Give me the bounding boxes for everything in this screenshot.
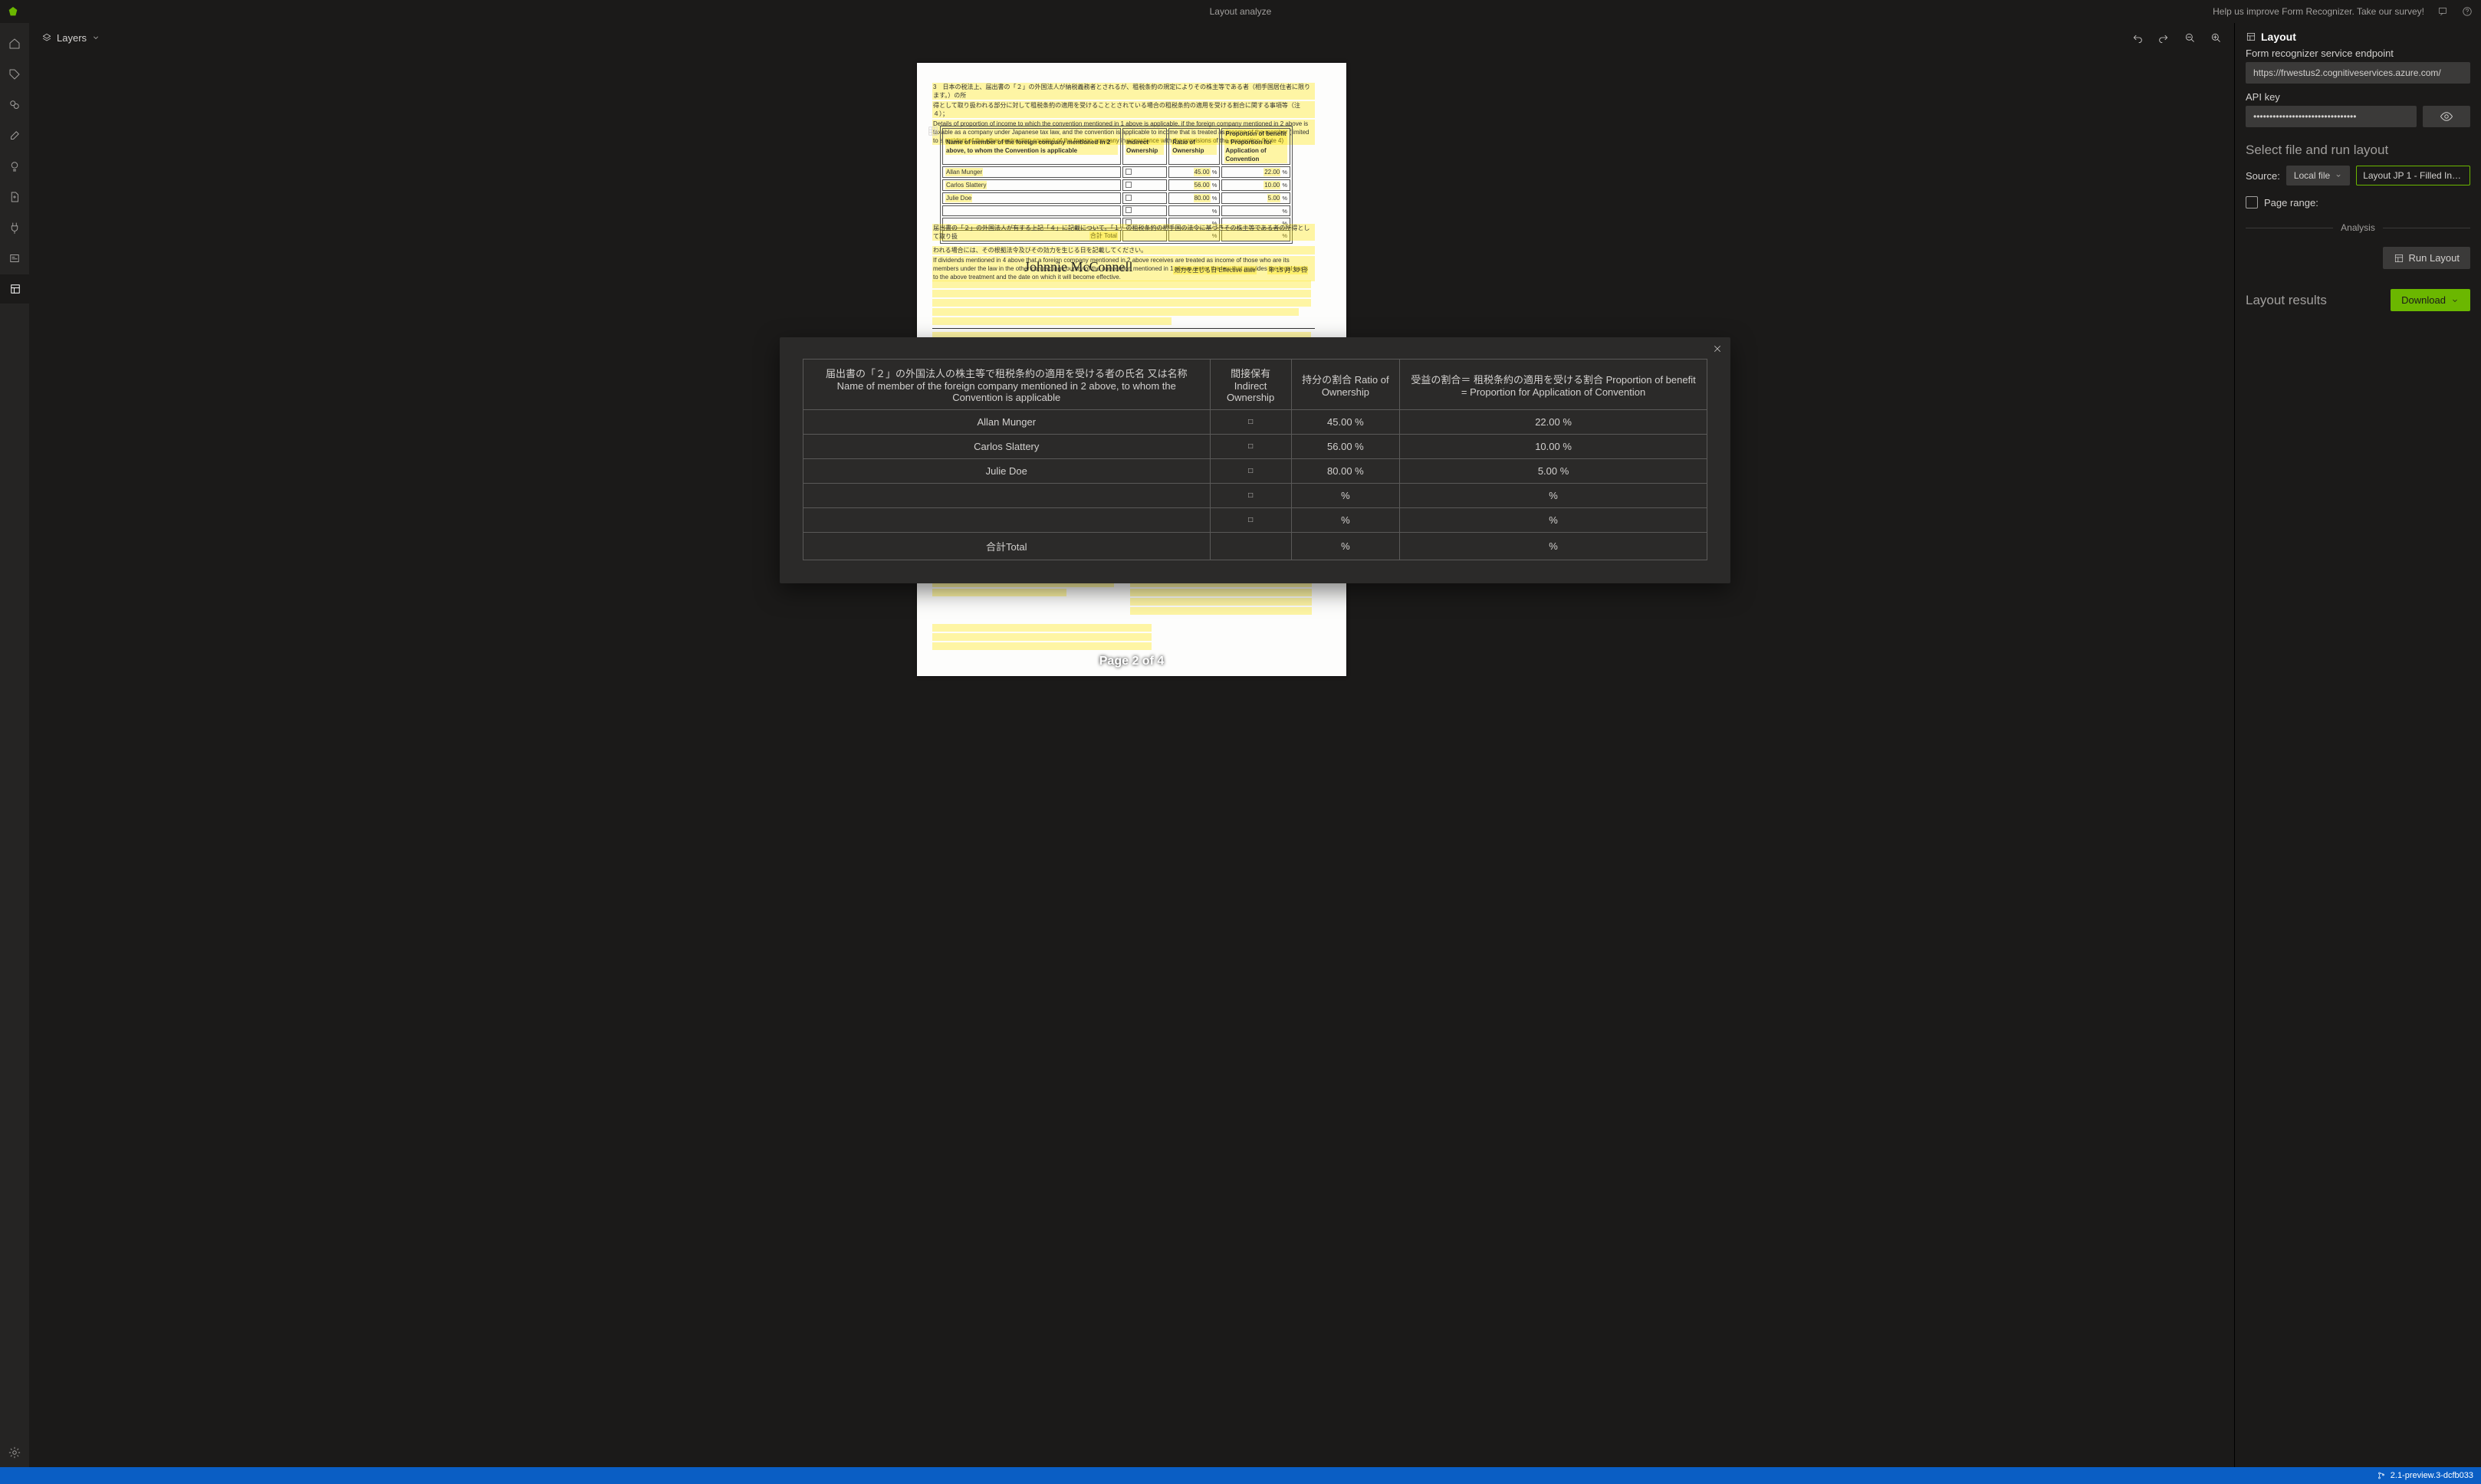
chevron-down-icon [91,33,100,42]
run-layout-label: Run Layout [2409,252,2460,264]
sidebar-compose-icon[interactable] [0,121,29,150]
table-row: Carlos Slattery □ 56.00 % 10.00 % [803,435,1707,459]
layers-dropdown[interactable]: Layers [41,32,100,44]
apikey-label: API key [2246,91,2470,103]
zoom-in-icon[interactable] [2210,31,2222,44]
statusbar: 2.1-preview.3-dcfb033 [0,1467,2481,1484]
sidebar-file-icon[interactable] [0,182,29,212]
branch-icon [2377,1471,2386,1480]
chevron-down-icon [2450,296,2460,305]
analysis-divider-label: Analysis [2341,222,2375,233]
document-viewport[interactable]: 3 日本の税法上、届出書の「２」の外国法人が納税義務者とされるが、租税条約の規定… [29,52,2234,1467]
source-value: Local file [2294,170,2330,181]
panel-title: Layout [2261,31,2296,43]
sidebar-brain-icon[interactable] [0,90,29,120]
undo-icon[interactable] [2131,31,2144,44]
source-select[interactable]: Local file [2286,166,2350,186]
redo-icon[interactable] [2157,31,2170,44]
layers-label: Layers [57,32,87,44]
source-label: Source: [2246,170,2280,182]
eye-icon [2440,110,2453,123]
result-table: 届出書の「２」の外国法人の株主等で租税条約の適用を受ける者の氏名 又は名称 Na… [803,359,1707,560]
page-range-check[interactable]: Page range: [2246,196,2470,208]
run-layout-button[interactable]: Run Layout [2383,247,2471,269]
sidebar-settings-icon[interactable] [0,1438,29,1467]
canvas-area: Layers 3 日本の税法上、届出書の「２」の外国法人が納税義務者とされるが、… [29,23,2234,1467]
table-row: □ % % [803,484,1707,508]
sidebar [0,23,29,1467]
endpoint-label: Form recognizer service endpoint [2246,48,2470,59]
page-range-label: Page range: [2264,197,2318,208]
col-header-benefit: 受益の割合＝ 租税条約の適用を受ける割合 Proportion of benef… [1400,360,1707,410]
layout-results-title: Layout results [2246,293,2327,308]
sidebar-layout-icon[interactable] [0,274,29,304]
help-icon[interactable] [2461,5,2473,18]
col-header-name: 届出書の「２」の外国法人の株主等で租税条約の適用を受ける者の氏名 又は名称 Na… [803,360,1211,410]
table-row: Allan Munger □ 45.00 % 22.00 % [803,410,1707,435]
col-header-ratio: 持分の割合 Ratio of Ownership [1291,360,1399,410]
table-marker-icon [928,126,938,136]
right-panel: Layout Form recognizer service endpoint … [2234,23,2481,1467]
zoom-out-icon[interactable] [2184,31,2196,44]
app-title: Layout analyze [1210,6,1272,17]
close-icon [1712,343,1723,354]
feedback-icon[interactable] [2437,5,2449,18]
layout-run-icon [2394,253,2404,264]
apikey-input[interactable] [2246,106,2417,127]
document-signature: Johnnie McConnell [1024,259,1133,275]
sidebar-home-icon[interactable] [0,29,29,58]
sidebar-lightbulb-icon[interactable] [0,152,29,181]
col-header-indirect: 間接保有 Indirect Ownership [1210,360,1291,410]
version-text: 2.1-preview.3-dcfb033 [2391,1471,2473,1480]
close-modal-button[interactable] [1712,343,1723,356]
survey-link[interactable]: Help us improve Form Recognizer. Take ou… [2213,6,2424,17]
result-table-modal: 届出書の「２」の外国法人の株主等で租税条約の適用を受ける者の氏名 又は名称 Na… [780,337,1730,583]
sidebar-ocr-icon[interactable] [0,244,29,273]
file-name-display[interactable]: Layout JP 1 - Filled In.pdf [2356,166,2470,186]
page-indicator: Page 2 of 4 [1099,655,1164,668]
layout-panel-icon [2246,31,2256,42]
reveal-key-button[interactable] [2423,106,2470,127]
sidebar-connect-icon[interactable] [0,213,29,242]
chevron-down-icon [2335,172,2342,179]
checkbox-icon [2246,196,2258,208]
select-file-title: Select file and run layout [2246,143,2470,158]
table-row: □ % % [803,508,1707,533]
table-row: Julie Doe □ 80.00 % 5.00 % [803,459,1707,484]
sidebar-tag-icon[interactable] [0,60,29,89]
app-logo-icon [0,5,26,18]
canvas-toolbar: Layers [29,23,2234,52]
download-button[interactable]: Download [2391,289,2470,311]
table-row-total: 合計Total % % [803,533,1707,560]
titlebar: Layout analyze Help us improve Form Reco… [0,0,2481,23]
endpoint-input[interactable] [2246,62,2470,84]
download-label: Download [2401,294,2446,306]
